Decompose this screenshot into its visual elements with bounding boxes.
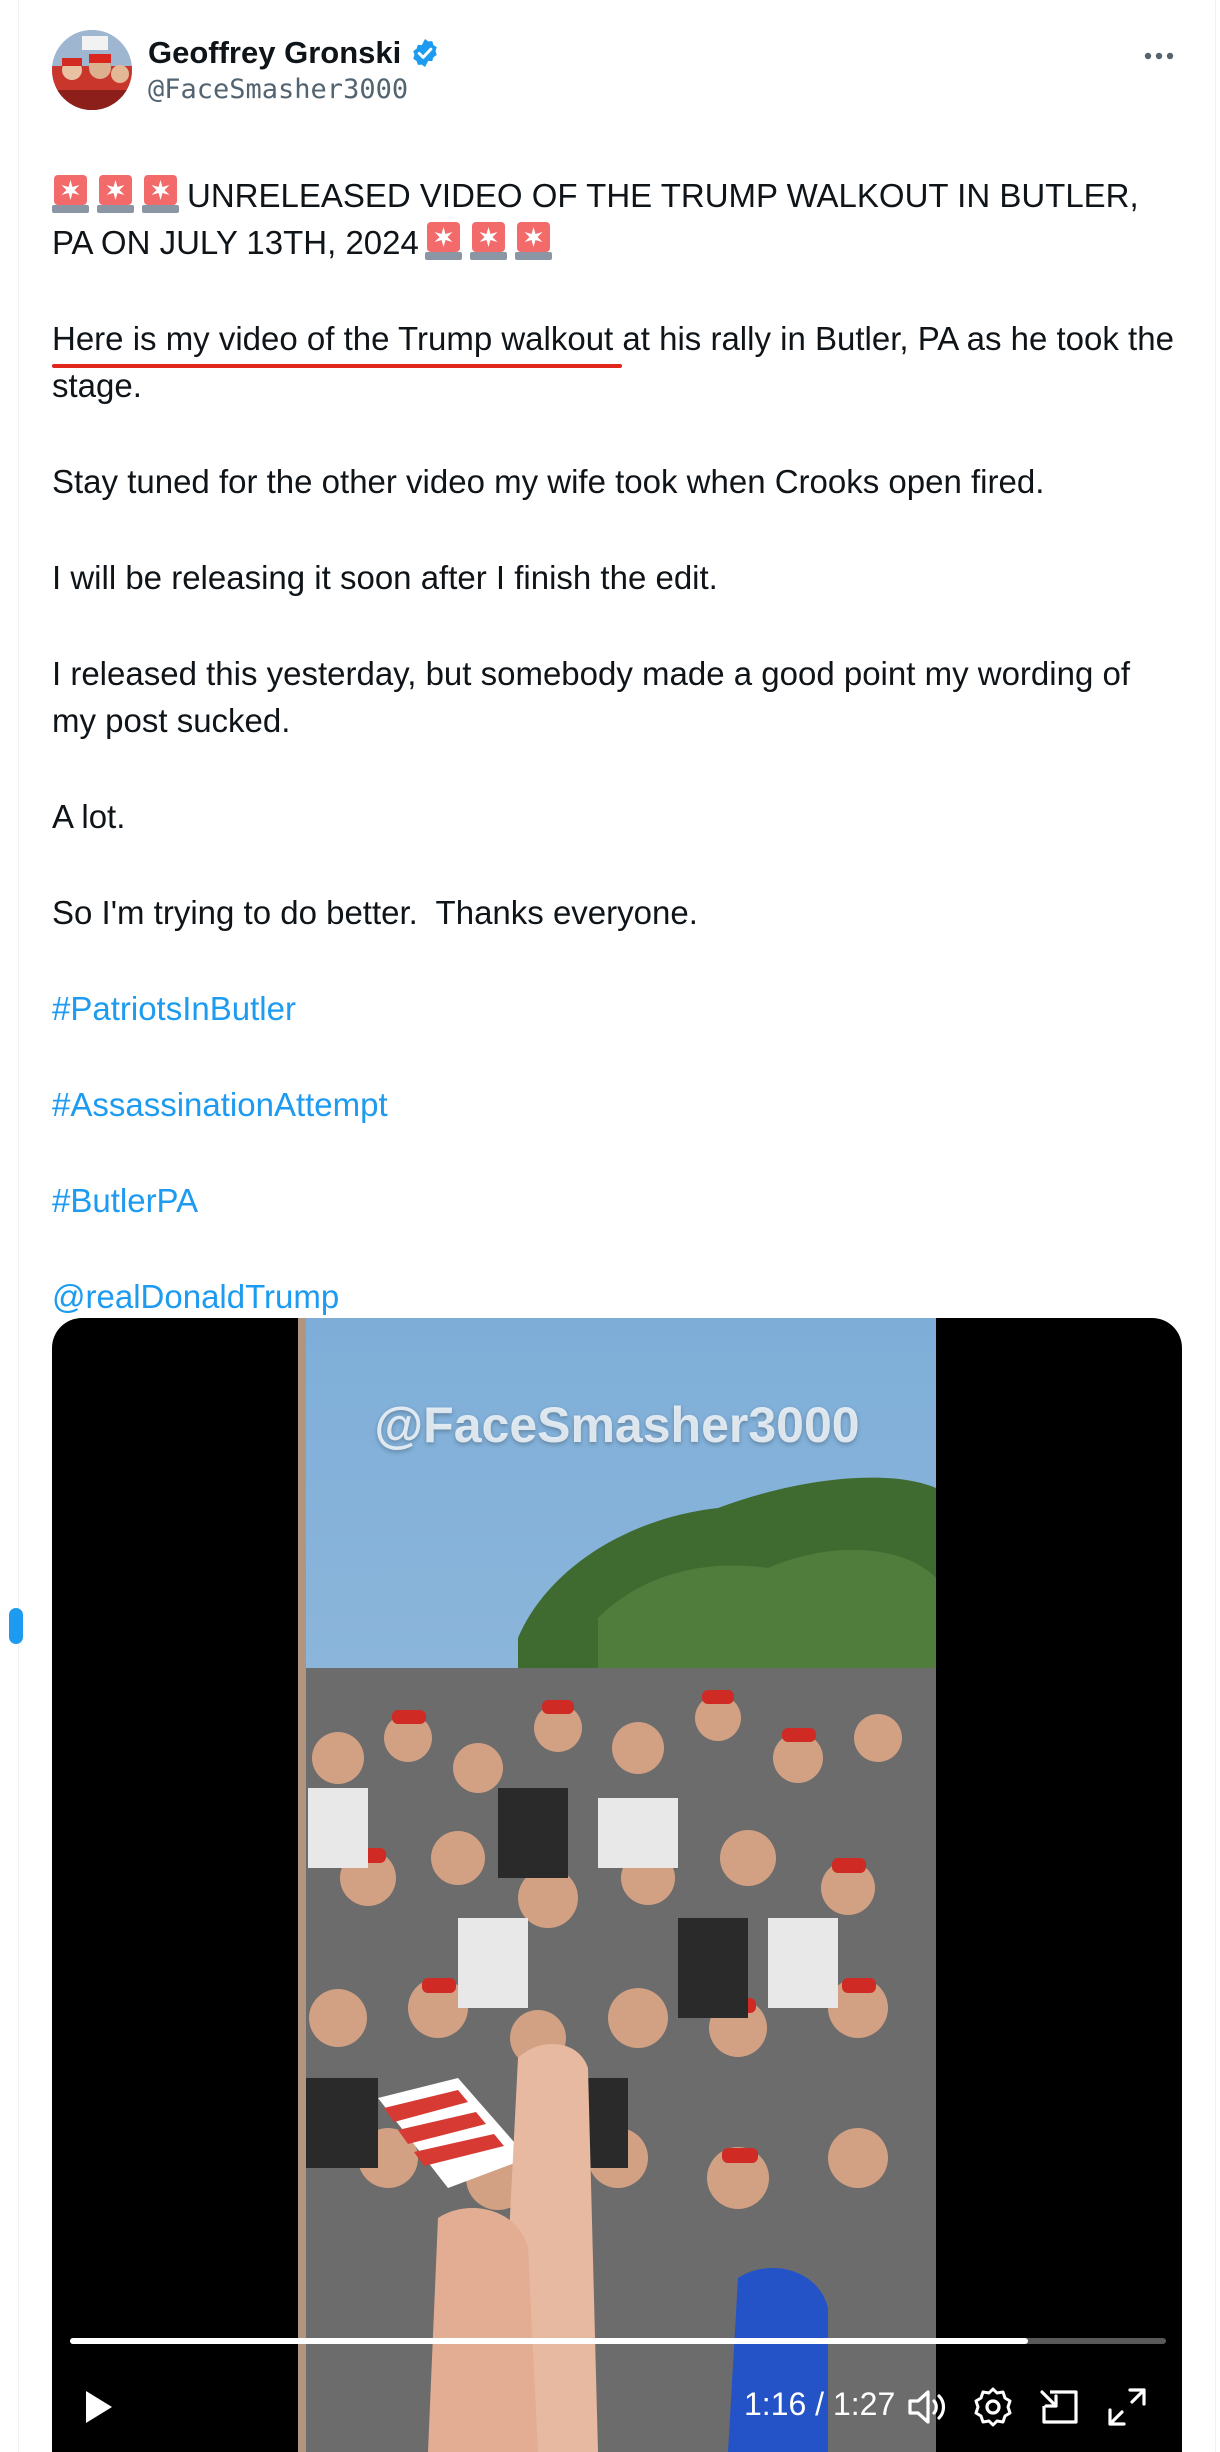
tweet-text: UNRELEASED VIDEO OF THE TRUMP WALKOUT IN… xyxy=(52,172,1182,1320)
video-watermark: @FaceSmasher3000 xyxy=(374,1397,860,1453)
headline-text: UNRELEASED VIDEO OF THE TRUMP WALKOUT IN… xyxy=(52,177,1148,261)
paragraph-4: I released this yesterday, but somebody … xyxy=(52,655,1140,739)
picture-in-picture-icon[interactable] xyxy=(1036,2384,1082,2430)
siren-icon xyxy=(52,173,89,214)
siren-icon xyxy=(469,220,507,261)
paragraph-5: A lot. xyxy=(52,798,126,835)
mention-link[interactable]: @realDonaldTrump xyxy=(52,1278,339,1315)
verified-badge-icon xyxy=(409,37,441,69)
author-handle[interactable]: @FaceSmasher3000 xyxy=(148,74,441,105)
fullscreen-icon[interactable] xyxy=(1104,2384,1150,2430)
headline: UNRELEASED VIDEO OF THE TRUMP WALKOUT IN… xyxy=(52,172,1182,266)
avatar[interactable] xyxy=(52,30,132,110)
play-icon[interactable] xyxy=(74,2384,120,2430)
tweet: Geoffrey Gronski @FaceSmasher3000 UNRELE… xyxy=(52,28,1182,1369)
video-controls: 1:16 / 1:27 xyxy=(52,2376,1182,2452)
video-time: 1:16 / 1:27 xyxy=(744,2386,896,2422)
siren-icon xyxy=(142,173,179,214)
more-options-icon[interactable] xyxy=(1136,36,1182,76)
author-name[interactable]: Geoffrey Gronski xyxy=(148,35,401,71)
hashtag-link[interactable]: #ButlerPA xyxy=(52,1182,198,1219)
scroll-indicator[interactable] xyxy=(9,1608,23,1644)
paragraph-6: So I'm trying to do better. Thanks every… xyxy=(52,894,698,931)
video-frame[interactable]: @FaceSmasher3000 xyxy=(298,1318,936,2452)
video-progress-bar[interactable] xyxy=(70,2338,1166,2344)
video-player[interactable]: @FaceSmasher3000 1:16 / 1:27 xyxy=(52,1318,1182,2452)
paragraph-3: I will be releasing it soon after I fini… xyxy=(52,559,718,596)
paragraph-1: Here is my video of the Trump walkout at… xyxy=(52,315,1182,409)
hashtag-link[interactable]: #PatriotsInButler xyxy=(52,990,296,1027)
siren-icon xyxy=(424,220,462,261)
hashtag-link[interactable]: #AssassinationAttempt xyxy=(52,1086,388,1123)
volume-icon[interactable] xyxy=(904,2384,950,2430)
siren-icon xyxy=(97,173,134,214)
underlined-text: Here is my video of the Trump walkout xyxy=(52,315,623,368)
paragraph-2: Stay tuned for the other video my wife t… xyxy=(52,463,1045,500)
settings-gear-icon[interactable] xyxy=(970,2384,1016,2430)
siren-icon xyxy=(514,220,552,261)
video-progress-fill xyxy=(70,2338,1028,2344)
tweet-header: Geoffrey Gronski @FaceSmasher3000 xyxy=(52,28,1182,114)
